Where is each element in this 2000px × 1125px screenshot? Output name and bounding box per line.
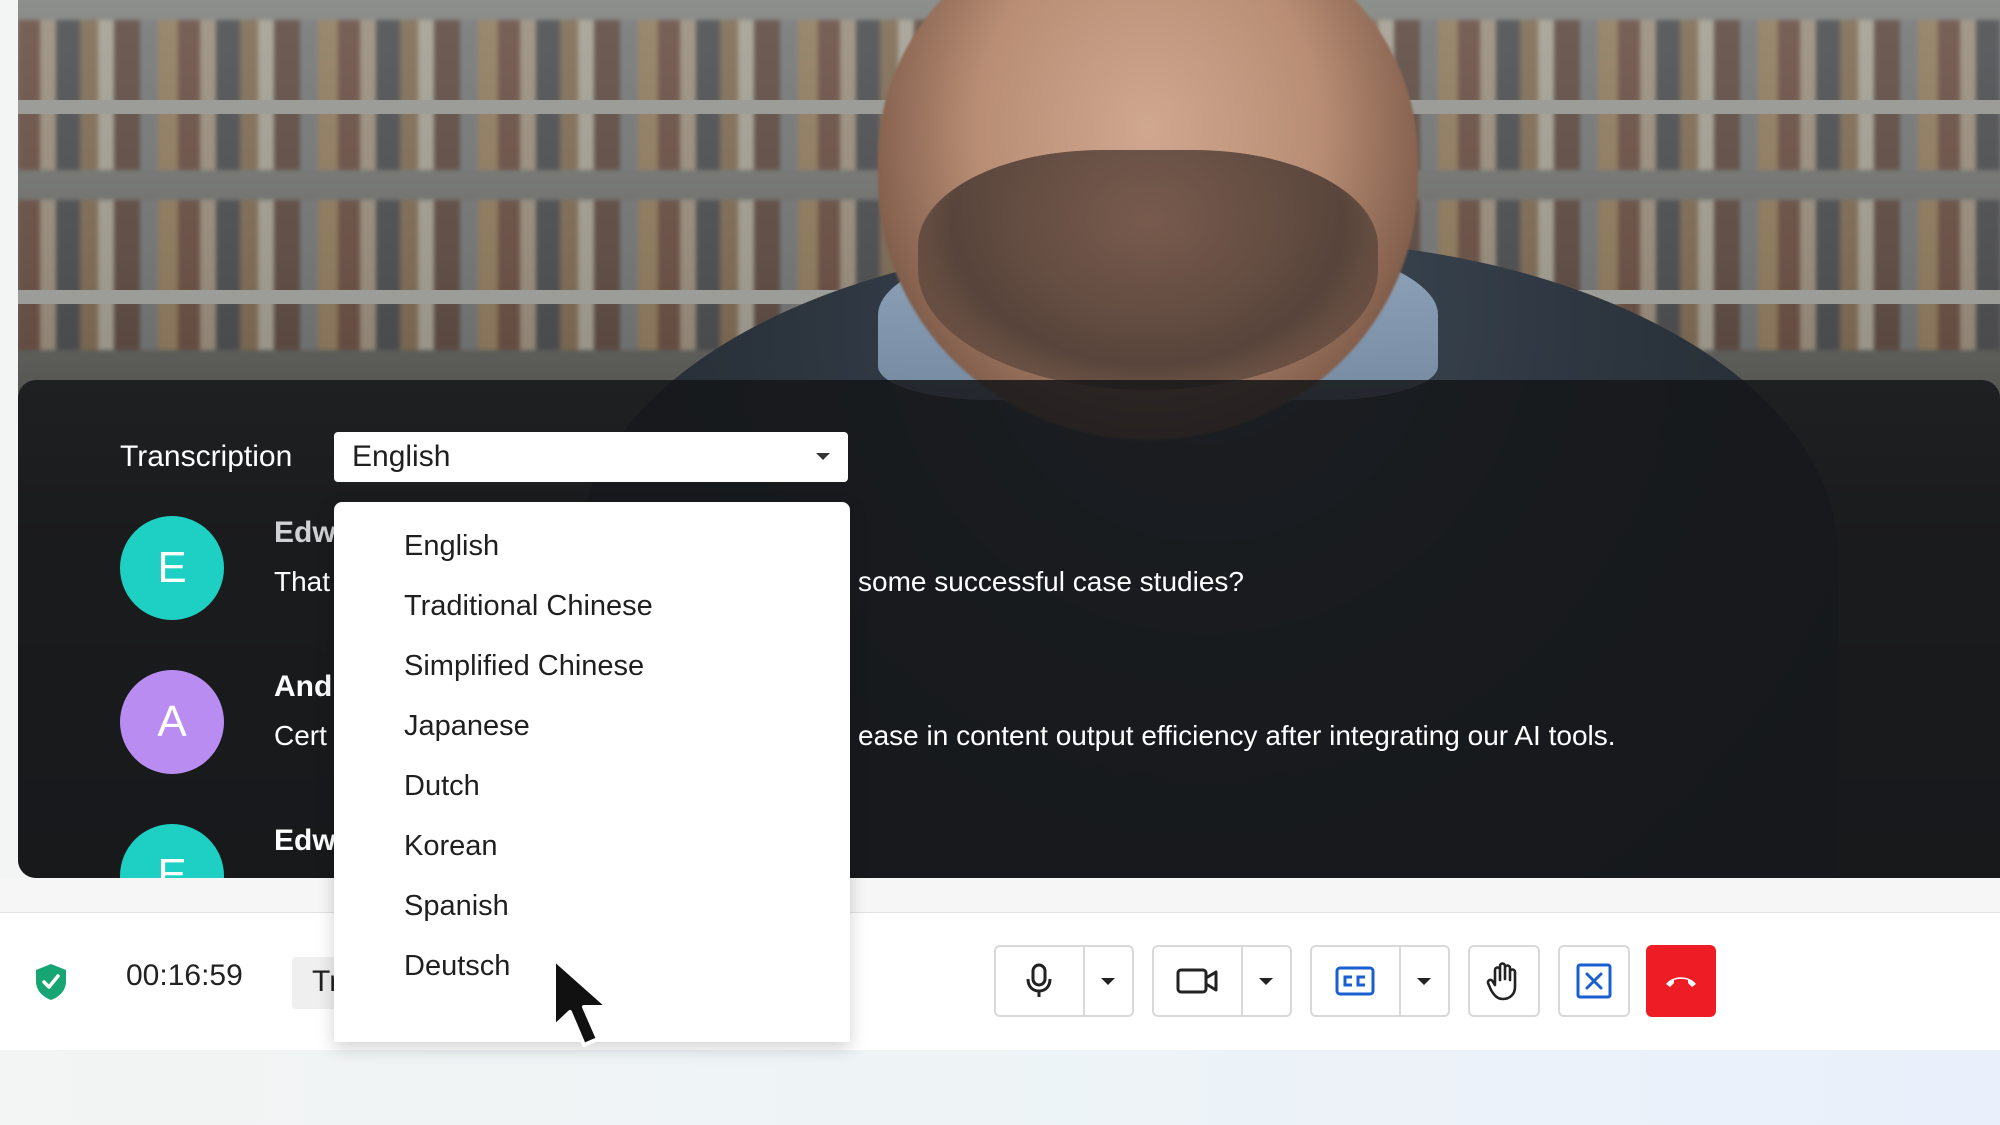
language-option-dutch[interactable]: Dutch	[404, 770, 480, 803]
divider	[0, 878, 2000, 912]
chevron-down-icon	[1417, 977, 1432, 985]
mouse-cursor-icon	[552, 957, 610, 1047]
raise-hand-icon	[1486, 962, 1517, 1001]
closed-caption-icon	[1335, 966, 1375, 996]
speaker-name: Edw	[274, 516, 336, 549]
chevron-down-icon	[816, 453, 830, 460]
avatar: E	[120, 516, 224, 620]
microphone-options-button[interactable]	[1082, 947, 1132, 1015]
end-call-button[interactable]	[1646, 945, 1716, 1017]
captions-options-button[interactable]	[1398, 947, 1448, 1015]
message-text-end: some successful case studies?	[858, 566, 1244, 597]
shield-check-icon	[36, 964, 66, 1000]
chevron-down-icon	[1101, 977, 1116, 985]
video-camera-icon	[1176, 968, 1218, 994]
stop-share-button[interactable]	[1558, 945, 1630, 1017]
call-toolbar: 00:16:59 Tr	[0, 912, 2000, 1050]
call-timer: 00:16:59	[126, 959, 243, 992]
transcription-label: Transcription	[120, 440, 293, 473]
camera-control	[1152, 945, 1292, 1017]
avatar: A	[120, 670, 224, 774]
message-text-start: Cert	[274, 720, 327, 751]
captions-control	[1310, 945, 1450, 1017]
captions-button[interactable]	[1312, 947, 1399, 1015]
speaker-name: And	[274, 670, 333, 703]
language-option-japanese[interactable]: Japanese	[404, 710, 530, 743]
speaker-name: Edw	[274, 824, 336, 857]
message-text-start: That	[274, 566, 331, 597]
person-beard	[918, 150, 1378, 390]
language-option-simplified-chinese[interactable]: Simplified Chinese	[404, 650, 644, 683]
camera-options-button[interactable]	[1240, 947, 1290, 1015]
language-option-english[interactable]: English	[404, 530, 499, 563]
language-option-spanish[interactable]: Spanish	[404, 890, 509, 923]
microphone-button[interactable]	[996, 947, 1083, 1015]
raise-hand-button[interactable]	[1468, 945, 1540, 1017]
language-select-value: English	[352, 440, 451, 473]
transcription-panel: Transcription English E Edw That some su…	[18, 380, 2000, 878]
language-select[interactable]: English	[334, 432, 848, 482]
language-option-traditional-chinese[interactable]: Traditional Chinese	[404, 590, 653, 623]
message-text-end: ease in content output efficiency after …	[858, 720, 1616, 751]
close-box-icon	[1576, 963, 1612, 999]
language-option-deutsch[interactable]: Deutsch	[404, 950, 510, 983]
microphone-icon	[1026, 963, 1052, 997]
microphone-control	[994, 945, 1134, 1017]
avatar: E	[120, 824, 224, 878]
phone-hangup-icon	[1666, 977, 1696, 987]
camera-button[interactable]	[1154, 947, 1241, 1015]
language-option-korean[interactable]: Korean	[404, 830, 498, 863]
chevron-down-icon	[1259, 977, 1274, 985]
